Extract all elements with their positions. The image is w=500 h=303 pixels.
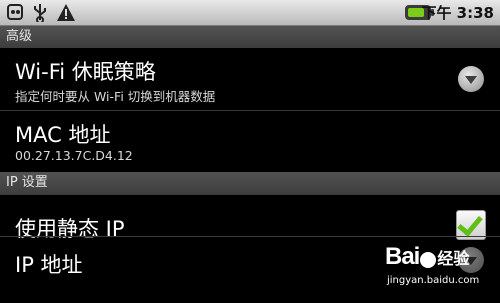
usb-icon	[34, 4, 46, 22]
status-time: 下午 3:38	[421, 4, 494, 22]
usb-debug-icon	[7, 4, 23, 20]
wifi-sleep-policy-item[interactable]: Wi-Fi 休眠策略 指定何时要从 Wi-Fi 切换到机器数据	[0, 48, 500, 110]
wifi-sleep-policy-title: Wi-Fi 休眠策略	[15, 60, 156, 84]
dropdown-arrow-icon[interactable]	[458, 66, 484, 92]
ip-address-title: IP 地址	[15, 253, 83, 277]
check-icon	[457, 210, 483, 237]
paw-icon	[420, 251, 437, 268]
section-header-ip: IP 设置	[0, 172, 500, 195]
watermark-url: jingyan.baidu.com	[387, 275, 480, 286]
status-bar: 下午 3:38	[0, 0, 500, 26]
mac-address-value: 00.27.13.7C.D4.12	[15, 148, 133, 163]
watermark-logo-suffix: 经验	[437, 249, 470, 268]
mac-address-title: MAC 地址	[15, 123, 111, 147]
warning-icon	[57, 4, 75, 21]
wifi-sleep-policy-summary: 指定何时要从 Wi-Fi 切换到机器数据	[15, 89, 216, 104]
watermark-logo: Bai	[385, 243, 420, 270]
baidu-jingyan-watermark: Bai 经验 jingyan.baidu.com	[385, 243, 479, 286]
mac-address-item: MAC 地址 00.27.13.7C.D4.12	[0, 111, 500, 171]
section-header-advanced: 高级	[0, 26, 500, 48]
